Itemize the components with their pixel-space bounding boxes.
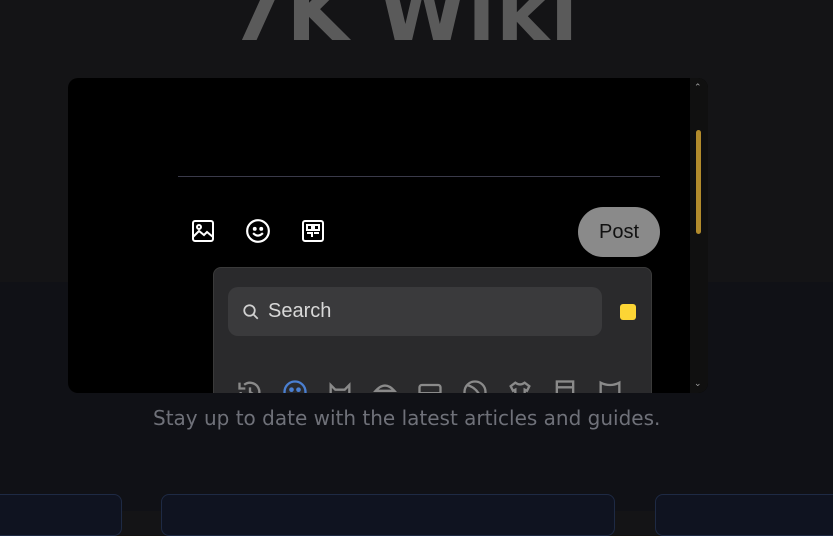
site-subtitle: Stay up to date with the latest articles…: [153, 406, 661, 430]
symbols-icon: [555, 380, 574, 393]
skin-tone-button[interactable]: [620, 304, 636, 320]
category-recent[interactable]: [232, 378, 267, 393]
image-button[interactable]: [189, 217, 217, 245]
scroll-down-icon[interactable]: ⌄: [694, 378, 702, 388]
composer-modal: Post ⌃ ⌄: [68, 78, 708, 393]
food-icon: [372, 384, 397, 392]
emoji-button[interactable]: [244, 217, 272, 245]
category-objects[interactable]: [502, 378, 537, 393]
category-food[interactable]: [367, 378, 402, 393]
activities-icon: [462, 380, 487, 393]
article-card[interactable]: [161, 494, 615, 536]
scroll-up-icon[interactable]: ⌃: [694, 82, 702, 92]
gif-button[interactable]: [299, 217, 327, 245]
emoji-category-bar: [232, 378, 627, 393]
article-card[interactable]: [0, 494, 122, 536]
smileys-icon: [282, 380, 307, 393]
post-button[interactable]: Post: [578, 207, 660, 257]
gif-icon: [302, 220, 324, 242]
animals-icon: [329, 382, 350, 393]
category-activities[interactable]: [457, 378, 492, 393]
emoji-picker: [213, 267, 652, 393]
category-flags[interactable]: [592, 378, 627, 393]
image-icon: [192, 220, 214, 242]
search-icon: [242, 302, 262, 322]
objects-icon: [508, 381, 531, 393]
article-card[interactable]: [655, 494, 833, 536]
category-animals[interactable]: [322, 378, 357, 393]
travel-icon: [417, 383, 442, 393]
scrollbar[interactable]: ⌃ ⌄: [690, 78, 708, 393]
flags-icon: [599, 380, 620, 393]
category-travel[interactable]: [412, 378, 447, 393]
composer-divider: [178, 176, 660, 177]
emoji-icon: [246, 219, 270, 243]
scroll-thumb[interactable]: [696, 130, 701, 234]
recent-icon: [237, 381, 260, 393]
site-title: 7K Wiki: [230, 0, 579, 59]
emoji-search-input[interactable]: [266, 299, 590, 324]
category-symbols[interactable]: [547, 378, 582, 393]
emoji-search[interactable]: [228, 287, 602, 336]
category-smileys[interactable]: [277, 378, 312, 393]
